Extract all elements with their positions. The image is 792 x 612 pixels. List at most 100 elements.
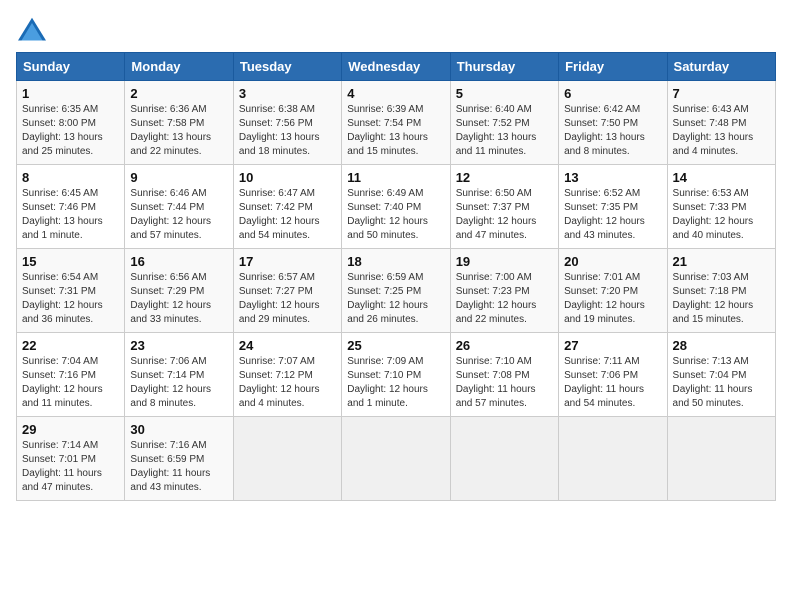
- calendar-cell: 6 Sunrise: 6:42 AM Sunset: 7:50 PM Daylig…: [559, 81, 667, 165]
- day-detail: Sunrise: 6:38 AM Sunset: 7:56 PM Dayligh…: [239, 103, 336, 159]
- calendar-cell: 10 Sunrise: 6:47 AM Sunset: 7:42 PM Dayli…: [233, 165, 341, 249]
- day-number: 18: [347, 254, 444, 269]
- calendar-cell: [667, 417, 775, 501]
- calendar-cell: 27 Sunrise: 7:11 AM Sunset: 7:06 PM Dayli…: [559, 333, 667, 417]
- calendar-week-5: 29 Sunrise: 7:14 AM Sunset: 7:01 PM Dayli…: [17, 417, 776, 501]
- day-detail: Sunrise: 7:06 AM Sunset: 7:14 PM Dayligh…: [130, 355, 227, 411]
- day-detail: Sunrise: 7:03 AM Sunset: 7:18 PM Dayligh…: [673, 271, 770, 327]
- day-detail: Sunrise: 6:36 AM Sunset: 7:58 PM Dayligh…: [130, 103, 227, 159]
- day-number: 29: [22, 422, 119, 437]
- weekday-header-thursday: Thursday: [450, 53, 558, 81]
- calendar-cell: 26 Sunrise: 7:10 AM Sunset: 7:08 PM Dayli…: [450, 333, 558, 417]
- weekday-header-friday: Friday: [559, 53, 667, 81]
- day-number: 19: [456, 254, 553, 269]
- day-number: 16: [130, 254, 227, 269]
- calendar-cell: 3 Sunrise: 6:38 AM Sunset: 7:56 PM Daylig…: [233, 81, 341, 165]
- calendar-cell: 12 Sunrise: 6:50 AM Sunset: 7:37 PM Dayli…: [450, 165, 558, 249]
- day-detail: Sunrise: 6:49 AM Sunset: 7:40 PM Dayligh…: [347, 187, 444, 243]
- calendar-cell: [559, 417, 667, 501]
- calendar-cell: 28 Sunrise: 7:13 AM Sunset: 7:04 PM Dayli…: [667, 333, 775, 417]
- calendar-cell: 7Sunrise: 6:43 AM Sunset: 7:48 PM Daylig…: [667, 81, 775, 165]
- day-number: 1: [22, 86, 119, 101]
- calendar-cell: 19 Sunrise: 7:00 AM Sunset: 7:23 PM Dayli…: [450, 249, 558, 333]
- calendar-cell: 23 Sunrise: 7:06 AM Sunset: 7:14 PM Dayli…: [125, 333, 233, 417]
- day-detail: Sunrise: 6:47 AM Sunset: 7:42 PM Dayligh…: [239, 187, 336, 243]
- day-number: 12: [456, 170, 553, 185]
- calendar-cell: 4 Sunrise: 6:39 AM Sunset: 7:54 PM Daylig…: [342, 81, 450, 165]
- day-detail: Sunrise: 7:09 AM Sunset: 7:10 PM Dayligh…: [347, 355, 444, 411]
- calendar-cell: 13 Sunrise: 6:52 AM Sunset: 7:35 PM Dayli…: [559, 165, 667, 249]
- day-number: 26: [456, 338, 553, 353]
- logo-icon: [16, 16, 48, 44]
- day-detail: Sunrise: 6:39 AM Sunset: 7:54 PM Dayligh…: [347, 103, 444, 159]
- calendar-cell: 5 Sunrise: 6:40 AM Sunset: 7:52 PM Daylig…: [450, 81, 558, 165]
- day-detail: Sunrise: 7:07 AM Sunset: 7:12 PM Dayligh…: [239, 355, 336, 411]
- day-detail: Sunrise: 6:50 AM Sunset: 7:37 PM Dayligh…: [456, 187, 553, 243]
- day-number: 24: [239, 338, 336, 353]
- calendar-cell: 14Sunrise: 6:53 AM Sunset: 7:33 PM Dayli…: [667, 165, 775, 249]
- calendar-week-3: 15Sunrise: 6:54 AM Sunset: 7:31 PM Dayli…: [17, 249, 776, 333]
- day-number: 23: [130, 338, 227, 353]
- day-detail: Sunrise: 6:46 AM Sunset: 7:44 PM Dayligh…: [130, 187, 227, 243]
- logo: [16, 16, 52, 44]
- day-number: 17: [239, 254, 336, 269]
- day-detail: Sunrise: 6:45 AM Sunset: 7:46 PM Dayligh…: [22, 187, 119, 243]
- day-detail: Sunrise: 7:13 AM Sunset: 7:04 PM Dayligh…: [673, 355, 770, 411]
- calendar-cell: 16 Sunrise: 6:56 AM Sunset: 7:29 PM Dayli…: [125, 249, 233, 333]
- calendar-cell: 24 Sunrise: 7:07 AM Sunset: 7:12 PM Dayli…: [233, 333, 341, 417]
- day-detail: Sunrise: 6:56 AM Sunset: 7:29 PM Dayligh…: [130, 271, 227, 327]
- calendar-week-1: 1 Sunrise: 6:35 AM Sunset: 8:00 PM Daylig…: [17, 81, 776, 165]
- day-detail: Sunrise: 7:01 AM Sunset: 7:20 PM Dayligh…: [564, 271, 661, 327]
- calendar-table: SundayMondayTuesdayWednesdayThursdayFrid…: [16, 52, 776, 501]
- calendar-cell: 8 Sunrise: 6:45 AM Sunset: 7:46 PM Daylig…: [17, 165, 125, 249]
- day-number: 6: [564, 86, 661, 101]
- calendar-week-4: 22Sunrise: 7:04 AM Sunset: 7:16 PM Dayli…: [17, 333, 776, 417]
- calendar-cell: [342, 417, 450, 501]
- day-detail: Sunrise: 7:16 AM Sunset: 6:59 PM Dayligh…: [130, 439, 227, 495]
- calendar-cell: 20 Sunrise: 7:01 AM Sunset: 7:20 PM Dayli…: [559, 249, 667, 333]
- calendar-cell: [450, 417, 558, 501]
- day-number: 9: [130, 170, 227, 185]
- calendar-cell: 29 Sunrise: 7:14 AM Sunset: 7:01 PM Dayli…: [17, 417, 125, 501]
- day-detail: Sunrise: 6:52 AM Sunset: 7:35 PM Dayligh…: [564, 187, 661, 243]
- day-detail: Sunrise: 6:54 AM Sunset: 7:31 PM Dayligh…: [22, 271, 119, 327]
- calendar-cell: 18 Sunrise: 6:59 AM Sunset: 7:25 PM Dayli…: [342, 249, 450, 333]
- weekday-header-wednesday: Wednesday: [342, 53, 450, 81]
- day-number: 20: [564, 254, 661, 269]
- day-detail: Sunrise: 6:40 AM Sunset: 7:52 PM Dayligh…: [456, 103, 553, 159]
- calendar-cell: [233, 417, 341, 501]
- weekday-header-monday: Monday: [125, 53, 233, 81]
- calendar-week-2: 8 Sunrise: 6:45 AM Sunset: 7:46 PM Daylig…: [17, 165, 776, 249]
- weekday-header-sunday: Sunday: [17, 53, 125, 81]
- day-number: 27: [564, 338, 661, 353]
- page-header: [16, 16, 776, 44]
- day-number: 8: [22, 170, 119, 185]
- day-detail: Sunrise: 6:59 AM Sunset: 7:25 PM Dayligh…: [347, 271, 444, 327]
- day-detail: Sunrise: 6:53 AM Sunset: 7:33 PM Dayligh…: [673, 187, 770, 243]
- calendar-cell: 25 Sunrise: 7:09 AM Sunset: 7:10 PM Dayli…: [342, 333, 450, 417]
- calendar-cell: 30Sunrise: 7:16 AM Sunset: 6:59 PM Dayli…: [125, 417, 233, 501]
- calendar-cell: 1 Sunrise: 6:35 AM Sunset: 8:00 PM Daylig…: [17, 81, 125, 165]
- day-number: 28: [673, 338, 770, 353]
- day-number: 25: [347, 338, 444, 353]
- calendar-cell: 15Sunrise: 6:54 AM Sunset: 7:31 PM Dayli…: [17, 249, 125, 333]
- weekday-header-row: SundayMondayTuesdayWednesdayThursdayFrid…: [17, 53, 776, 81]
- day-number: 10: [239, 170, 336, 185]
- weekday-header-tuesday: Tuesday: [233, 53, 341, 81]
- weekday-header-saturday: Saturday: [667, 53, 775, 81]
- day-detail: Sunrise: 6:35 AM Sunset: 8:00 PM Dayligh…: [22, 103, 119, 159]
- day-number: 7: [673, 86, 770, 101]
- day-detail: Sunrise: 7:14 AM Sunset: 7:01 PM Dayligh…: [22, 439, 119, 495]
- day-number: 21: [673, 254, 770, 269]
- calendar-cell: 22Sunrise: 7:04 AM Sunset: 7:16 PM Dayli…: [17, 333, 125, 417]
- day-detail: Sunrise: 7:10 AM Sunset: 7:08 PM Dayligh…: [456, 355, 553, 411]
- day-detail: Sunrise: 6:42 AM Sunset: 7:50 PM Dayligh…: [564, 103, 661, 159]
- day-number: 4: [347, 86, 444, 101]
- calendar-cell: 9 Sunrise: 6:46 AM Sunset: 7:44 PM Daylig…: [125, 165, 233, 249]
- day-number: 5: [456, 86, 553, 101]
- day-detail: Sunrise: 7:11 AM Sunset: 7:06 PM Dayligh…: [564, 355, 661, 411]
- day-number: 13: [564, 170, 661, 185]
- day-number: 2: [130, 86, 227, 101]
- day-number: 3: [239, 86, 336, 101]
- day-detail: Sunrise: 7:00 AM Sunset: 7:23 PM Dayligh…: [456, 271, 553, 327]
